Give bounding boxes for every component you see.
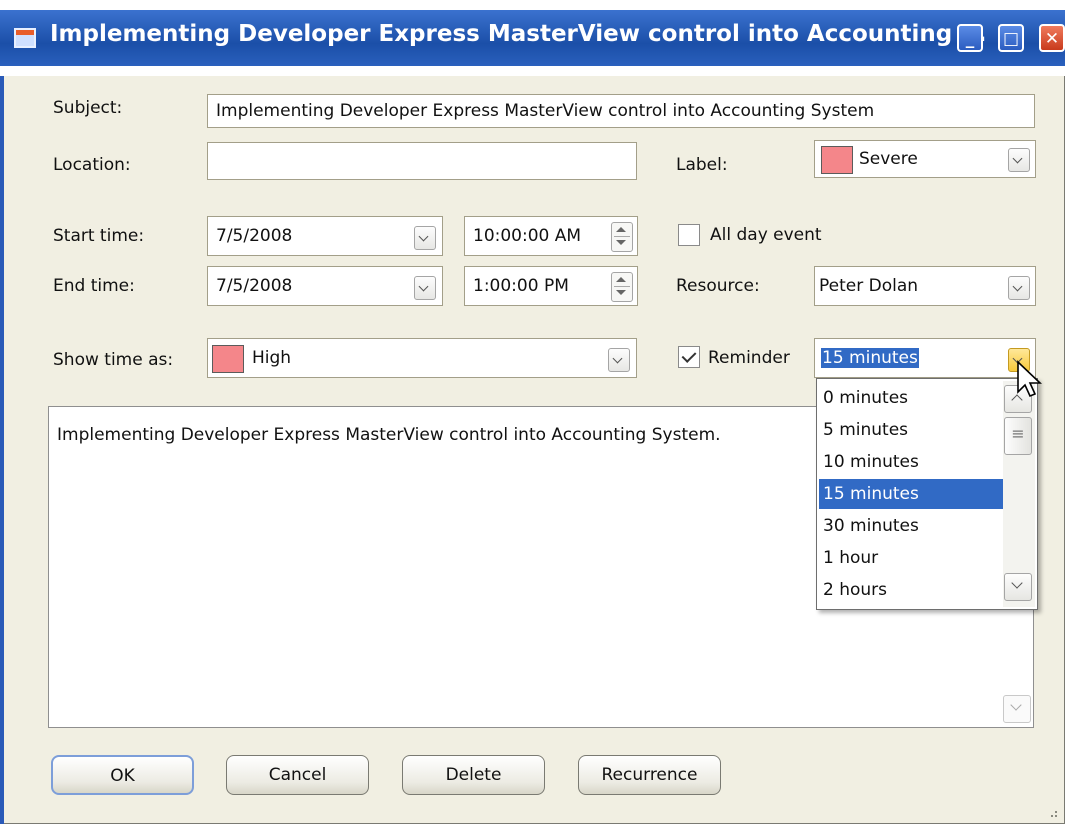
reminder-dropdown-list[interactable]: 0 minutes 5 minutes 10 minutes 15 minute… (816, 378, 1038, 610)
window-title: Implementing Developer Express MasterVie… (50, 21, 987, 47)
mouse-cursor-icon (1017, 360, 1042, 398)
label-field-label: Label: (676, 155, 728, 175)
close-icon: ✕ (1044, 29, 1060, 49)
maximize-icon: □ (1002, 29, 1020, 49)
start-date-value: 7/5/2008 (216, 226, 293, 246)
reminder-dropdown[interactable]: 15 minutes (814, 338, 1036, 378)
end-time-label: End time: (53, 276, 135, 296)
location-label: Location: (53, 155, 131, 175)
reminder-value: 15 minutes (821, 348, 919, 368)
location-input[interactable] (207, 142, 637, 180)
end-time-value: 1:00:00 PM (473, 276, 569, 296)
end-date-value: 7/5/2008 (216, 276, 293, 296)
dropdown-option[interactable]: 5 minutes (819, 415, 1005, 445)
start-time-value: 10:00:00 AM (473, 226, 582, 246)
close-button[interactable]: ✕ (1039, 24, 1065, 52)
recurrence-button[interactable]: Recurrence (578, 755, 721, 795)
all-day-event-label: All day event (710, 225, 822, 245)
resource-label: Resource: (676, 276, 760, 296)
chevron-down-icon[interactable] (414, 276, 436, 300)
ok-button[interactable]: OK (51, 755, 194, 795)
delete-button[interactable]: Delete (402, 755, 545, 795)
show-time-as-label: Show time as: (53, 350, 174, 370)
dropdown-option[interactable]: 30 minutes (819, 511, 1005, 541)
show-time-as-color-swatch (212, 345, 244, 373)
window-frame-left (0, 76, 4, 824)
minimize-button[interactable]: _ (957, 24, 983, 52)
dropdown-option[interactable]: 10 minutes (819, 447, 1005, 477)
reminder-checkbox[interactable] (678, 346, 700, 368)
dropdown-scrollbar[interactable] (1003, 381, 1035, 607)
label-value: Severe (859, 149, 918, 169)
end-time-input[interactable]: 1:00:00 PM (464, 266, 638, 306)
show-time-as-value: High (252, 348, 292, 368)
end-time-spin-icon[interactable] (611, 272, 633, 302)
subject-label: Subject: (53, 98, 123, 118)
minimize-icon: _ (965, 29, 975, 49)
dropdown-option[interactable]: 2 hours (819, 575, 1005, 605)
description-text: Implementing Developer Express MasterVie… (57, 425, 721, 445)
resize-grip-icon[interactable] (1044, 804, 1060, 820)
resource-dropdown[interactable]: Peter Dolan (814, 266, 1036, 306)
subject-input[interactable]: Implementing Developer Express MasterVie… (207, 94, 1035, 128)
calendar-app-icon (14, 28, 36, 48)
chevron-down-icon[interactable] (608, 348, 630, 372)
end-date-input[interactable]: 7/5/2008 (207, 266, 443, 306)
resource-value: Peter Dolan (819, 276, 919, 296)
show-time-as-dropdown[interactable]: High (207, 338, 637, 378)
start-date-input[interactable]: 7/5/2008 (207, 216, 443, 256)
chevron-down-icon[interactable] (1008, 148, 1030, 172)
label-dropdown[interactable]: Severe (814, 140, 1036, 178)
dropdown-option-selected[interactable]: 15 minutes (819, 479, 1005, 509)
label-color-swatch (821, 146, 853, 174)
scroll-down-icon[interactable] (1003, 695, 1031, 723)
cancel-button[interactable]: Cancel (226, 755, 369, 795)
chevron-down-icon[interactable] (1008, 276, 1030, 300)
start-time-spin-icon[interactable] (611, 222, 633, 252)
start-time-label: Start time: (53, 226, 145, 246)
all-day-event-checkbox[interactable] (678, 224, 700, 246)
dropdown-option[interactable]: 0 minutes (819, 383, 1005, 413)
chevron-down-icon[interactable] (414, 226, 436, 250)
scroll-thumb[interactable] (1004, 417, 1032, 455)
reminder-label: Reminder (708, 348, 790, 368)
dropdown-option[interactable]: 1 hour (819, 543, 1005, 573)
start-time-input[interactable]: 10:00:00 AM (464, 216, 638, 256)
maximize-button[interactable]: □ (998, 24, 1024, 52)
subject-value: Implementing Developer Express MasterVie… (216, 101, 875, 121)
scroll-down-icon[interactable] (1004, 573, 1032, 601)
